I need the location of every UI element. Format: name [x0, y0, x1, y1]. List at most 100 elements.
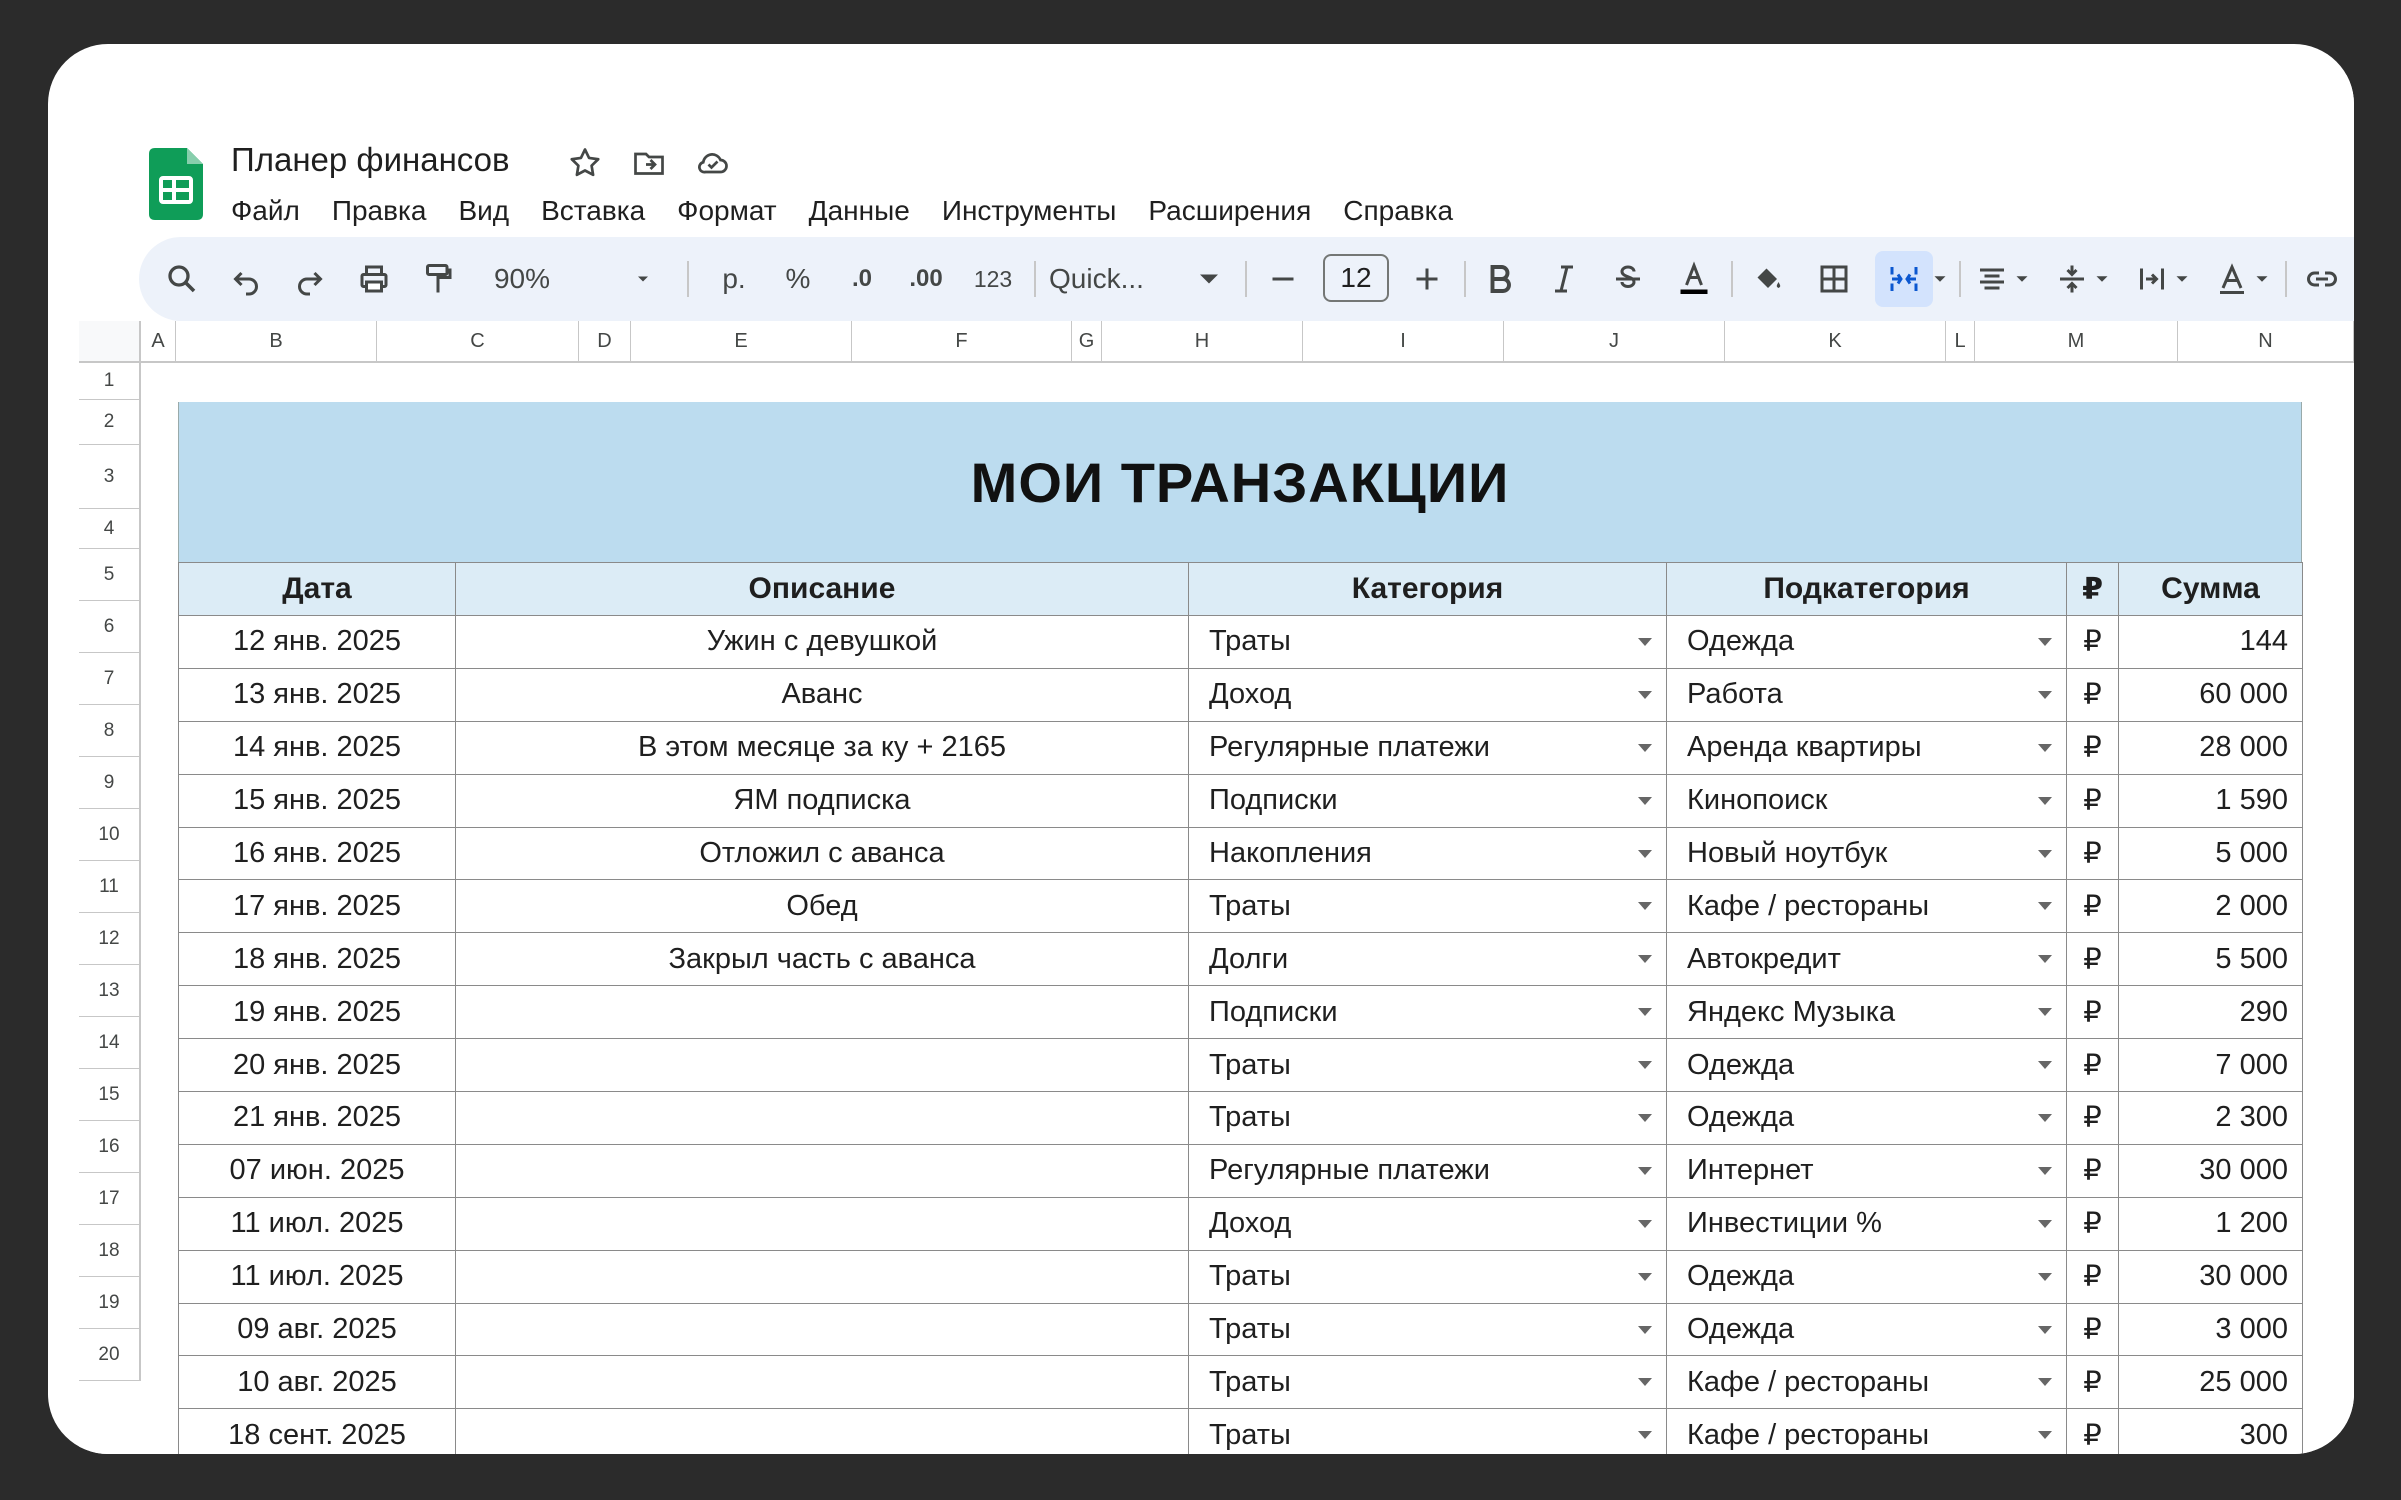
row-header[interactable]: 9 [79, 757, 141, 809]
cell-currency[interactable]: ₽ [2066, 1249, 2119, 1304]
cell-date[interactable]: 15 янв. 2025 [178, 773, 456, 828]
fill-color-icon[interactable] [1745, 237, 1791, 321]
chevron-down-icon[interactable] [1638, 849, 1652, 858]
row-header[interactable]: 17 [79, 1173, 141, 1225]
cell-category[interactable]: Доход [1188, 667, 1667, 722]
cell-amount[interactable]: 300 [2118, 1408, 2303, 1454]
column-header-j[interactable]: J [1504, 321, 1725, 363]
text-color-icon[interactable] [1669, 237, 1719, 321]
cell-description[interactable] [455, 1143, 1189, 1198]
cloud-status-icon[interactable] [695, 145, 731, 181]
cell-description[interactable]: В этом месяце за ку + 2165 [455, 720, 1189, 775]
cell-amount[interactable]: 144 [2118, 615, 2303, 669]
cell-amount[interactable]: 290 [2118, 985, 2303, 1040]
cell-subcategory[interactable]: Новый ноутбук [1666, 826, 2067, 881]
row-header[interactable]: 3 [79, 445, 141, 509]
rotate-icon[interactable] [2209, 237, 2255, 321]
italic-icon[interactable] [1541, 237, 1587, 321]
column-header-b[interactable]: B [176, 321, 377, 363]
column-header-h[interactable]: H [1102, 321, 1303, 363]
menu-edit[interactable]: Правка [332, 195, 427, 227]
menu-tools[interactable]: Инструменты [942, 195, 1117, 227]
cell-date[interactable]: 21 янв. 2025 [178, 1091, 456, 1145]
cell-subcategory[interactable]: Одежда [1666, 1249, 2067, 1304]
cell-date[interactable]: 11 июл. 2025 [178, 1249, 456, 1304]
cell-currency[interactable]: ₽ [2066, 667, 2119, 722]
cell-subcategory[interactable]: Одежда [1666, 1038, 2067, 1093]
cell-description[interactable] [455, 1038, 1189, 1093]
row-header[interactable]: 5 [79, 549, 141, 601]
cell-currency[interactable]: ₽ [2066, 826, 2119, 881]
cell-category[interactable]: Долги [1188, 932, 1667, 987]
chevron-down-icon[interactable] [2038, 1166, 2052, 1175]
cell-description[interactable] [455, 1302, 1189, 1357]
cell-subcategory[interactable]: Кафе / рестораны [1666, 1355, 2067, 1410]
cell-date[interactable]: 19 янв. 2025 [178, 985, 456, 1040]
chevron-down-icon[interactable] [2038, 638, 2052, 646]
cell-amount[interactable]: 30 000 [2118, 1143, 2303, 1198]
column-header-g[interactable]: G [1072, 321, 1102, 363]
chevron-down-icon[interactable] [1638, 955, 1652, 964]
row-header[interactable]: 15 [79, 1069, 141, 1121]
merge-cells-icon[interactable] [1881, 237, 1927, 321]
cell-currency[interactable]: ₽ [2066, 1408, 2119, 1454]
cell-category[interactable]: Регулярные платежи [1188, 720, 1667, 775]
chevron-down-icon[interactable] [2038, 1378, 2052, 1387]
chevron-down-icon[interactable] [1638, 743, 1652, 752]
cell-description[interactable] [455, 985, 1189, 1040]
cell-amount[interactable]: 60 000 [2118, 667, 2303, 722]
cell-description[interactable]: Ужин с девушкой [455, 615, 1189, 669]
column-header-l[interactable]: L [1946, 321, 1975, 363]
cell-currency[interactable]: ₽ [2066, 773, 2119, 828]
column-header-m[interactable]: M [1975, 321, 2178, 363]
paint-format-icon[interactable] [415, 237, 461, 321]
cell-description[interactable] [455, 1355, 1189, 1410]
cell-amount[interactable]: 1 590 [2118, 773, 2303, 828]
cell-category[interactable]: Доход [1188, 1196, 1667, 1251]
cell-currency[interactable]: ₽ [2066, 932, 2119, 987]
valign-icon[interactable] [2049, 237, 2095, 321]
cell-description[interactable]: Закрыл часть с аванса [455, 932, 1189, 987]
row-header[interactable]: 7 [79, 653, 141, 705]
row-header[interactable]: 8 [79, 705, 141, 757]
font-select[interactable]: Quick... [1049, 237, 1179, 321]
header-subcategory[interactable]: Подкатегория [1666, 562, 2067, 616]
cell-currency[interactable]: ₽ [2066, 1038, 2119, 1093]
column-header-n[interactable]: N [2178, 321, 2354, 363]
chevron-down-icon[interactable] [2038, 1008, 2052, 1017]
chevron-down-icon[interactable] [2038, 1325, 2052, 1334]
cell-currency[interactable]: ₽ [2066, 985, 2119, 1040]
cell-date[interactable]: 20 янв. 2025 [178, 1038, 456, 1093]
chevron-down-icon[interactable] [1638, 1114, 1652, 1123]
chevron-down-icon[interactable] [2038, 849, 2052, 858]
cell-amount[interactable]: 3 000 [2118, 1302, 2303, 1357]
merge-dropdown-icon[interactable] [1929, 237, 1951, 321]
chevron-down-icon[interactable] [1638, 1061, 1652, 1070]
cell-category[interactable]: Траты [1188, 1408, 1667, 1454]
decrease-font-size-icon[interactable] [1263, 237, 1303, 321]
cell-currency[interactable]: ₽ [2066, 1355, 2119, 1410]
chevron-down-icon[interactable] [1638, 1008, 1652, 1017]
font-size-input[interactable]: 12 [1323, 254, 1389, 302]
menu-insert[interactable]: Вставка [541, 195, 645, 227]
cell-amount[interactable]: 25 000 [2118, 1355, 2303, 1410]
cell-subcategory[interactable]: Кинопоиск [1666, 773, 2067, 828]
cell-subcategory[interactable]: Яндекс Музыка [1666, 985, 2067, 1040]
cell-currency[interactable]: ₽ [2066, 1091, 2119, 1145]
cell-subcategory[interactable]: Инвестиции % [1666, 1196, 2067, 1251]
header-date[interactable]: Дата [178, 562, 456, 616]
cell-amount[interactable]: 28 000 [2118, 720, 2303, 775]
cell-currency[interactable]: ₽ [2066, 1196, 2119, 1251]
cell-description[interactable] [455, 1091, 1189, 1145]
menu-view[interactable]: Вид [458, 195, 509, 227]
select-all-corner[interactable] [79, 321, 141, 363]
chevron-down-icon[interactable] [2038, 1272, 2052, 1281]
sheet-banner-title[interactable]: МОИ ТРАНЗАКЦИИ [178, 402, 2302, 562]
wrap-dropdown-icon[interactable] [2171, 237, 2193, 321]
cell-date[interactable]: 18 сент. 2025 [178, 1408, 456, 1454]
cell-description[interactable]: ЯМ подписка [455, 773, 1189, 828]
sheets-logo-icon[interactable] [149, 148, 203, 220]
strikethrough-icon[interactable] [1605, 237, 1651, 321]
chevron-down-icon[interactable] [1638, 1272, 1652, 1281]
currency-format-button[interactable]: р. [709, 237, 759, 321]
